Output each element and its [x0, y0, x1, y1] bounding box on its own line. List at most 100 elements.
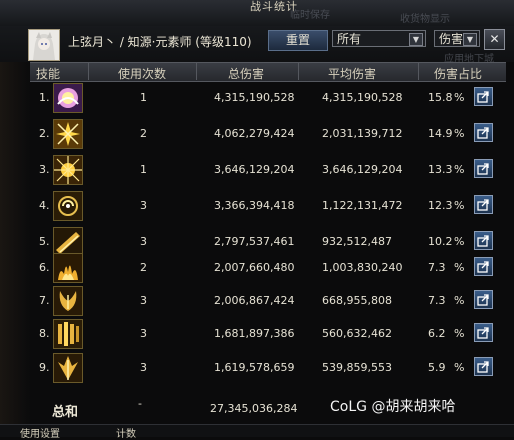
table-row: 2. 2 4,062,279,424 2,031,139,712 14.9 %	[30, 116, 506, 152]
skill-icon-vortex-orb	[53, 83, 83, 113]
skill-icon-lightning-burst	[53, 119, 83, 149]
skill-icon-crystal-fan	[53, 353, 83, 383]
share-icon	[477, 235, 489, 247]
row-average-damage: 1,122,131,472	[322, 199, 403, 212]
export-button[interactable]	[474, 357, 493, 376]
row-total-damage: 4,062,279,424	[214, 127, 295, 140]
close-button[interactable]: ✕	[484, 29, 505, 50]
row-share-unit: %	[454, 163, 465, 176]
share-icon	[477, 361, 489, 373]
column-divider	[196, 62, 197, 80]
row-share-unit: %	[454, 199, 465, 212]
row-rank: 8.	[39, 327, 50, 340]
row-total-damage: 3,646,129,204	[214, 163, 295, 176]
row-total-damage: 2,007,660,480	[214, 261, 295, 274]
row-total-damage: 2,797,537,461	[214, 235, 295, 248]
filter-select-damage[interactable]: 伤害 ▼	[434, 30, 480, 47]
row-average-damage: 539,859,553	[322, 361, 392, 374]
chevron-down-icon: ▼	[409, 33, 423, 46]
row-average-damage: 3,646,129,204	[322, 163, 403, 176]
export-button[interactable]	[474, 159, 493, 178]
row-rank: 6.	[39, 261, 50, 274]
filter-select-all[interactable]: 所有 ▼	[332, 30, 426, 47]
row-rank: 1.	[39, 91, 50, 104]
bottom-bar: 使用设置 计数	[0, 424, 514, 440]
export-button[interactable]	[474, 195, 493, 214]
reset-button[interactable]: 重置	[268, 30, 328, 51]
row-share-unit: %	[454, 294, 465, 307]
watermark: CoLG @胡来胡来哈	[330, 399, 456, 415]
share-icon	[477, 91, 489, 103]
row-share: 10.2	[428, 235, 453, 248]
skill-icon-golden-bars	[53, 319, 83, 349]
row-share: 7.3	[428, 261, 446, 274]
table-row: 6. 2 2,007,660,480 1,003,830,240 7.3 %	[30, 250, 506, 286]
share-icon	[477, 163, 489, 175]
background-ghost-text: 临时保存	[290, 10, 330, 21]
character-avatar	[28, 29, 60, 61]
total-label: 总和	[52, 405, 79, 420]
row-uses: 3	[140, 235, 147, 248]
filter-select-damage-value: 伤害	[439, 32, 464, 46]
row-total-damage: 1,619,578,659	[214, 361, 295, 374]
row-average-damage: 932,512,487	[322, 235, 392, 248]
row-uses: 2	[140, 127, 147, 140]
row-rank: 7.	[39, 294, 50, 307]
usage-settings-label[interactable]: 使用设置	[20, 425, 60, 440]
row-average-damage: 668,955,808	[322, 294, 392, 307]
row-average-damage: 2,031,139,712	[322, 127, 403, 140]
row-share: 12.3	[428, 199, 453, 212]
row-total-damage: 4,315,190,528	[214, 91, 295, 104]
row-rank: 3.	[39, 163, 50, 176]
export-button[interactable]	[474, 87, 493, 106]
row-share-unit: %	[454, 261, 465, 274]
table-row: 9. 3 1,619,578,659 539,859,553 5.9 %	[30, 350, 506, 386]
row-average-damage: 560,632,462	[322, 327, 392, 340]
row-share: 15.8	[428, 91, 453, 104]
table-row: 8. 3 1,681,897,386 560,632,462 6.2 %	[30, 316, 506, 352]
table-row: 1. 1 4,315,190,528 4,315,190,528 15.8 %	[30, 80, 506, 116]
row-uses: 3	[140, 199, 147, 212]
skill-icon-star-flash	[53, 155, 83, 185]
export-button[interactable]	[474, 257, 493, 276]
share-icon	[477, 199, 489, 211]
column-divider	[418, 62, 419, 80]
row-rank: 4.	[39, 199, 50, 212]
table-header: 技能 使用次数 总伤害 平均伤害 伤害占比	[30, 62, 506, 82]
export-button[interactable]	[474, 323, 493, 342]
row-total-damage: 1,681,897,386	[214, 327, 295, 340]
row-uses: 1	[140, 163, 147, 176]
row-share-unit: %	[454, 361, 465, 374]
row-share: 7.3	[428, 294, 446, 307]
row-rank: 5.	[39, 235, 50, 248]
row-share-unit: %	[454, 327, 465, 340]
row-total-damage: 3,366,394,418	[214, 199, 295, 212]
row-uses: 3	[140, 327, 147, 340]
row-share-unit: %	[454, 91, 465, 104]
table-row: 7. 3 2,006,867,424 668,955,808 7.3 %	[30, 283, 506, 319]
row-share-unit: %	[454, 235, 465, 248]
row-share: 13.3	[428, 163, 453, 176]
left-background-strip	[0, 62, 30, 424]
total-damage: 27,345,036,284	[210, 402, 298, 415]
row-rank: 9.	[39, 361, 50, 374]
export-button[interactable]	[474, 290, 493, 309]
table-row: 3. 1 3,646,129,204 3,646,129,204 13.3 %	[30, 152, 506, 188]
row-average-damage: 4,315,190,528	[322, 91, 403, 104]
row-share: 6.2	[428, 327, 446, 340]
count-label[interactable]: 计数	[116, 425, 136, 440]
export-button[interactable]	[474, 231, 493, 250]
column-divider	[298, 62, 299, 80]
share-icon	[477, 261, 489, 273]
row-average-damage: 1,003,830,240	[322, 261, 403, 274]
share-icon	[477, 327, 489, 339]
background-ghost-text: 收货物显示	[400, 14, 450, 25]
export-button[interactable]	[474, 123, 493, 142]
row-share: 14.9	[428, 127, 453, 140]
row-uses: 1	[140, 91, 147, 104]
skill-icon-flame-pillar	[53, 253, 83, 283]
row-share-unit: %	[454, 127, 465, 140]
column-divider	[88, 62, 89, 80]
row-rank: 2.	[39, 127, 50, 140]
share-icon	[477, 127, 489, 139]
